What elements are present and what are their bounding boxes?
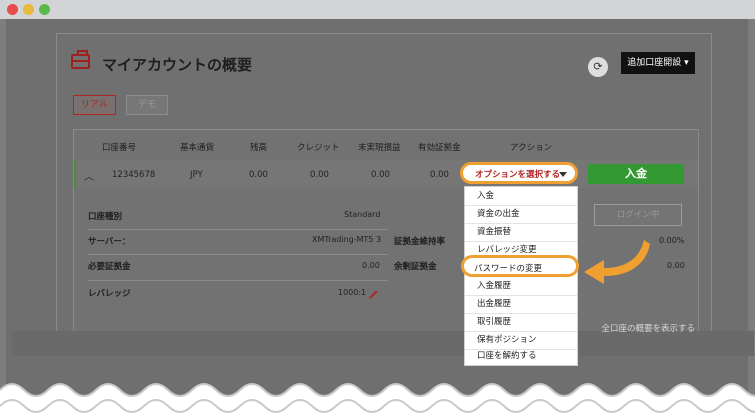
minimize-window-icon[interactable] bbox=[23, 4, 34, 15]
divider bbox=[88, 254, 388, 255]
required-margin-label: 必要証拠金 bbox=[88, 262, 131, 272]
pointer-arrow-icon bbox=[584, 240, 650, 284]
cell-unrealized: 0.00 bbox=[371, 170, 390, 180]
tab-real[interactable]: リアル bbox=[73, 95, 116, 115]
account-type-value: Standard bbox=[344, 210, 381, 219]
page-title: マイアカウントの概要 bbox=[102, 56, 253, 74]
add-account-button[interactable]: 追加口座開設 ▾ bbox=[621, 52, 695, 74]
cell-credit: 0.00 bbox=[310, 170, 329, 180]
caret-down-icon bbox=[559, 172, 567, 177]
cell-equity: 0.00 bbox=[430, 170, 449, 180]
title-bar bbox=[0, 0, 755, 19]
server-label: サーバー： bbox=[88, 237, 131, 247]
browser-window: マイアカウントの概要 ⟳ 追加口座開設 ▾ リアル デモ 口座番号 基本通貨 残… bbox=[0, 0, 755, 416]
account-type-label: 口座種別 bbox=[88, 212, 123, 222]
change-password-label: パスワードの変更 bbox=[474, 264, 543, 274]
header-currency: 基本通貨 bbox=[180, 143, 215, 153]
leverage-value: 1000:1 bbox=[338, 288, 367, 297]
divider bbox=[88, 229, 388, 230]
header-balance: 残高 bbox=[250, 143, 268, 153]
menu-item-trade-history[interactable]: 取引履歴 bbox=[465, 313, 577, 331]
menu-item-deposit-history[interactable]: 入金履歴 bbox=[465, 277, 577, 295]
header-equity: 有効証拠金 bbox=[418, 143, 461, 153]
header-action: アクション bbox=[510, 143, 553, 153]
cell-account-number: 12345678 bbox=[112, 170, 156, 180]
cell-currency: JPY bbox=[190, 170, 203, 180]
refresh-button[interactable]: ⟳ bbox=[588, 57, 608, 77]
page-content: マイアカウントの概要 ⟳ 追加口座開設 ▾ リアル デモ 口座番号 基本通貨 残… bbox=[6, 19, 754, 416]
header-credit: クレジット bbox=[297, 143, 340, 153]
login-button[interactable]: ログイン中 bbox=[594, 204, 682, 226]
menu-item-deposit[interactable]: 入金 bbox=[465, 187, 577, 205]
margin-level-label: 証拠金維持率 bbox=[394, 237, 446, 247]
maximize-window-icon[interactable] bbox=[39, 4, 50, 15]
chevron-up-icon[interactable]: ︿ bbox=[84, 168, 94, 183]
margin-level-value: 0.00% bbox=[659, 236, 685, 245]
option-select-label: オプションを選択する bbox=[475, 170, 561, 180]
footer-bar bbox=[12, 331, 754, 356]
menu-item-withdraw-history[interactable]: 出金履歴 bbox=[465, 295, 577, 313]
menu-item-transfer[interactable]: 資金振替 bbox=[465, 223, 577, 241]
briefcase-icon bbox=[71, 50, 90, 69]
accounts-table: 口座番号 基本通貨 残高 クレジット 未実現損益 有効証拠金 アクション ︿ 1… bbox=[73, 129, 699, 336]
divider bbox=[88, 280, 388, 281]
menu-item-close-account[interactable]: 口座を解約する bbox=[465, 347, 577, 365]
refresh-icon: ⟳ bbox=[593, 60, 603, 73]
tab-demo[interactable]: デモ bbox=[126, 95, 168, 115]
page-overlay: マイアカウントの概要 ⟳ 追加口座開設 ▾ リアル デモ 口座番号 基本通貨 残… bbox=[0, 19, 755, 416]
pencil-icon[interactable] bbox=[370, 290, 378, 298]
close-window-icon[interactable] bbox=[7, 4, 18, 15]
menu-item-withdraw[interactable]: 資金の出金 bbox=[465, 205, 577, 223]
option-select-dropdown[interactable]: オプションを選択する bbox=[460, 162, 578, 184]
menu-item-change-password[interactable]: パスワードの変更 bbox=[461, 255, 579, 277]
account-overview-card: マイアカウントの概要 ⟳ 追加口座開設 ▾ リアル デモ 口座番号 基本通貨 残… bbox=[56, 33, 712, 337]
cell-balance: 0.00 bbox=[249, 170, 268, 180]
leverage-label: レバレッジ bbox=[88, 289, 131, 299]
view-all-accounts-link[interactable]: 全口座の概要を表示する bbox=[601, 322, 695, 334]
required-margin-value: 0.00 bbox=[362, 261, 380, 270]
server-value: XMTrading-MT5 3 bbox=[312, 235, 382, 244]
deposit-button[interactable]: 入金 bbox=[588, 164, 684, 184]
free-margin-value: 0.00 bbox=[667, 261, 685, 270]
torn-edge bbox=[0, 383, 755, 416]
free-margin-label: 余剰証拠金 bbox=[394, 262, 437, 272]
header-unrealized: 未実現損益 bbox=[358, 143, 401, 153]
header-account-number: 口座番号 bbox=[102, 143, 137, 153]
row-selected-marker bbox=[74, 160, 76, 189]
